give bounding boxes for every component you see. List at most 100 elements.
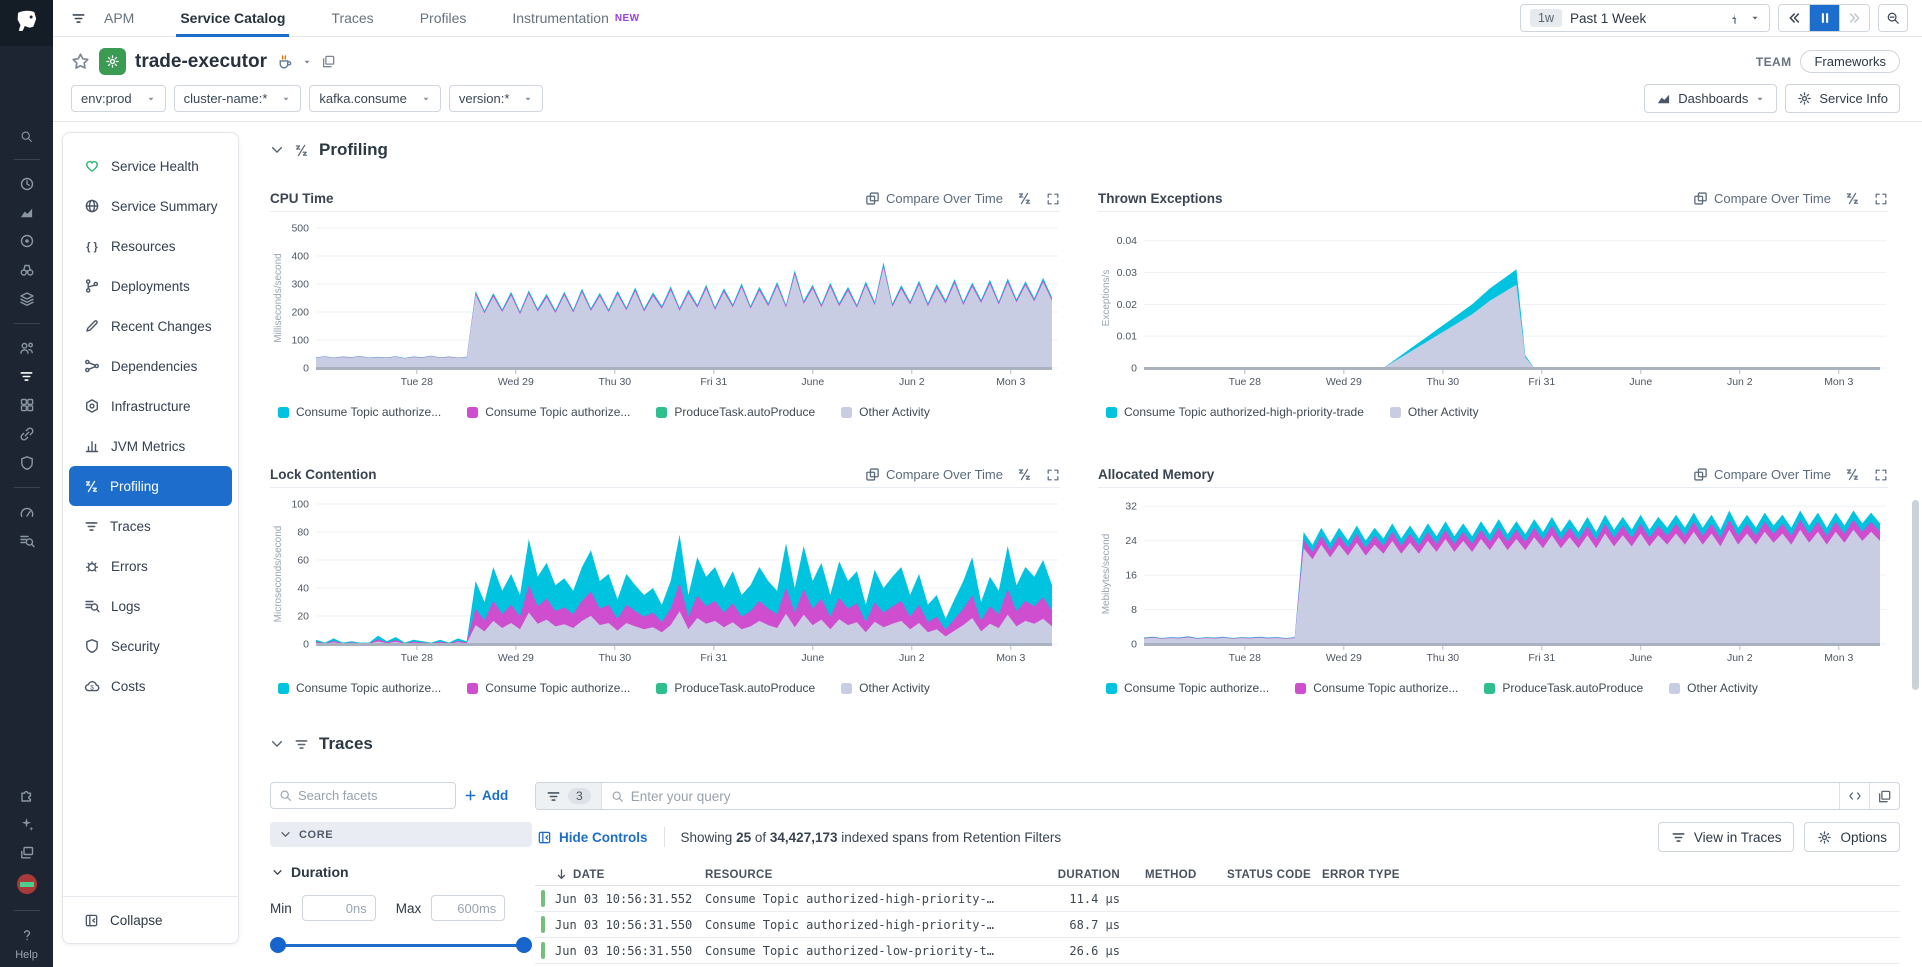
query-input[interactable] — [631, 789, 1830, 804]
nav-tab-service-catalog[interactable]: Service Catalog — [176, 0, 289, 37]
gauge-icon[interactable] — [19, 504, 35, 520]
search-icon[interactable] — [20, 130, 33, 143]
legend-item[interactable]: ProduceTask.autoProduce — [1484, 681, 1643, 695]
sidebar-item-deployments[interactable]: Deployments — [69, 266, 232, 306]
legend-item[interactable]: Consume Topic authorize... — [1295, 681, 1458, 695]
profiling-toggle-icon[interactable] — [1017, 191, 1032, 206]
windows-icon[interactable] — [19, 845, 35, 861]
legend-item[interactable]: Consume Topic authorized-high-priority-t… — [1106, 405, 1364, 419]
legend-item[interactable]: Consume Topic authorize... — [467, 405, 630, 419]
legend-item[interactable]: ProduceTask.autoProduce — [656, 405, 815, 419]
sidebar-item-errors[interactable]: Errors — [69, 546, 232, 586]
facet-search-input[interactable] — [298, 788, 428, 803]
column-header-resource[interactable]: RESOURCE — [705, 869, 1035, 881]
chevron-down-icon[interactable] — [270, 737, 284, 751]
legend-item[interactable]: Other Activity — [841, 405, 930, 419]
shield-icon[interactable] — [19, 455, 35, 471]
team-badge[interactable]: Frameworks — [1800, 50, 1900, 73]
sidebar-item-traces[interactable]: Traces — [69, 506, 232, 546]
duration-max-input[interactable] — [431, 895, 505, 921]
legend-item[interactable]: ProduceTask.autoProduce — [656, 681, 815, 695]
nav-tab-apm[interactable]: APM — [100, 0, 138, 37]
pin-icon[interactable] — [1728, 11, 1742, 25]
user-avatar[interactable] — [17, 874, 37, 894]
legend-item[interactable]: Consume Topic authorize... — [278, 405, 441, 419]
slider-track[interactable] — [276, 944, 526, 947]
sidebar-item-recent-changes[interactable]: Recent Changes — [69, 306, 232, 346]
help-icon[interactable] — [19, 927, 35, 943]
compare-over-time-button[interactable]: Compare Over Time — [1693, 191, 1831, 206]
expand-icon[interactable] — [1874, 192, 1888, 206]
dashboards-button[interactable]: Dashboards — [1644, 84, 1777, 113]
link-icon[interactable] — [19, 426, 35, 442]
puzzle-icon[interactable] — [19, 787, 35, 803]
sidebar-item-resources[interactable]: { }Resources — [69, 226, 232, 266]
sidebar-item-profiling[interactable]: Profiling — [69, 466, 232, 506]
legend-item[interactable]: Consume Topic authorize... — [1106, 681, 1269, 695]
slider-handle-min[interactable] — [270, 937, 286, 953]
scope-filter-env-prod[interactable]: env:prod — [71, 85, 166, 112]
scope-filter-version-[interactable]: version:* — [449, 85, 544, 112]
code-view-button[interactable] — [1839, 783, 1869, 809]
nav-tab-instrumentation[interactable]: InstrumentationNEW — [508, 0, 643, 37]
scope-filter-cluster-name-[interactable]: cluster-name:* — [174, 85, 302, 112]
column-header-error-type[interactable]: ERROR TYPE — [1322, 869, 1432, 881]
expand-icon[interactable] — [1046, 468, 1060, 482]
legend-item[interactable]: Other Activity — [841, 681, 930, 695]
chart-plot[interactable]: 0100200300400500Milliseconds/secondTue 2… — [270, 218, 1060, 390]
layers-icon[interactable] — [19, 291, 35, 307]
scope-filter-kafka-consume[interactable]: kafka.consume — [309, 85, 440, 112]
compare-over-time-button[interactable]: Compare Over Time — [1693, 467, 1831, 482]
collapse-button[interactable]: Collapse — [63, 896, 238, 943]
scrollbar-thumb[interactable] — [1912, 500, 1919, 690]
compare-over-time-button[interactable]: Compare Over Time — [865, 467, 1003, 482]
column-header-date[interactable]: DATE — [555, 868, 705, 881]
slider-handle-max[interactable] — [516, 937, 532, 953]
forward-button[interactable] — [1839, 5, 1869, 31]
compare-over-time-button[interactable]: Compare Over Time — [865, 191, 1003, 206]
sidebar-item-infrastructure[interactable]: Infrastructure — [69, 386, 232, 426]
column-header-method[interactable]: METHOD — [1145, 869, 1227, 881]
column-header-status-code[interactable]: STATUS CODE — [1227, 869, 1322, 881]
chart-plot[interactable]: 00.010.020.030.04Exceptions/sTue 28Wed 2… — [1098, 218, 1888, 390]
table-row[interactable]: Jun 03 10:56:31.550Consume Topic authori… — [535, 912, 1900, 938]
duration-min-input[interactable] — [302, 895, 376, 921]
sidebar-item-service-summary[interactable]: Service Summary — [69, 186, 232, 226]
legend-item[interactable]: Consume Topic authorize... — [467, 681, 630, 695]
apm-product-icon[interactable] — [71, 11, 86, 26]
area-chart-icon[interactable] — [19, 205, 34, 220]
facet-group-duration[interactable]: Duration — [272, 864, 532, 880]
datadog-logo[interactable] — [0, 0, 53, 46]
rewind-button[interactable] — [1779, 5, 1809, 31]
chevron-down-icon[interactable] — [302, 57, 312, 67]
expand-icon[interactable] — [1046, 192, 1060, 206]
add-facet-button[interactable]: Add — [464, 788, 508, 803]
column-header-duration[interactable]: DURATION — [1035, 869, 1120, 881]
star-icon[interactable] — [71, 52, 90, 71]
time-range-picker[interactable]: 1w Past 1 Week — [1520, 4, 1770, 32]
nav-tab-profiles[interactable]: Profiles — [416, 0, 471, 37]
nav-tab-traces[interactable]: Traces — [327, 0, 377, 37]
expand-icon[interactable] — [1874, 468, 1888, 482]
query-filter-chip[interactable]: 3 — [536, 783, 602, 809]
sparkles-icon[interactable] — [19, 816, 35, 832]
log-search-icon[interactable] — [19, 533, 35, 549]
profiling-toggle-icon[interactable] — [1017, 467, 1032, 482]
table-row[interactable]: Jun 03 10:56:31.550Consume Topic authori… — [535, 938, 1900, 964]
legend-item[interactable]: Consume Topic authorize... — [278, 681, 441, 695]
copy-icon[interactable] — [321, 54, 336, 69]
sidebar-item-jvm-metrics[interactable]: JVM Metrics — [69, 426, 232, 466]
chart-plot[interactable]: 020406080100Microseconds/secondTue 28Wed… — [270, 494, 1060, 666]
binoculars-icon[interactable] — [19, 262, 35, 278]
profiling-toggle-icon[interactable] — [1845, 191, 1860, 206]
service-info-button[interactable]: Service Info — [1785, 84, 1900, 113]
copy-query-button[interactable] — [1869, 783, 1899, 809]
filter-icon[interactable] — [19, 369, 34, 384]
clock-icon[interactable] — [19, 176, 35, 192]
target-icon[interactable] — [19, 233, 35, 249]
people-icon[interactable] — [19, 340, 35, 356]
legend-item[interactable]: Other Activity — [1669, 681, 1758, 695]
pause-button[interactable] — [1809, 5, 1839, 31]
options-button[interactable]: Options — [1804, 822, 1900, 852]
apps-icon[interactable] — [19, 397, 35, 413]
